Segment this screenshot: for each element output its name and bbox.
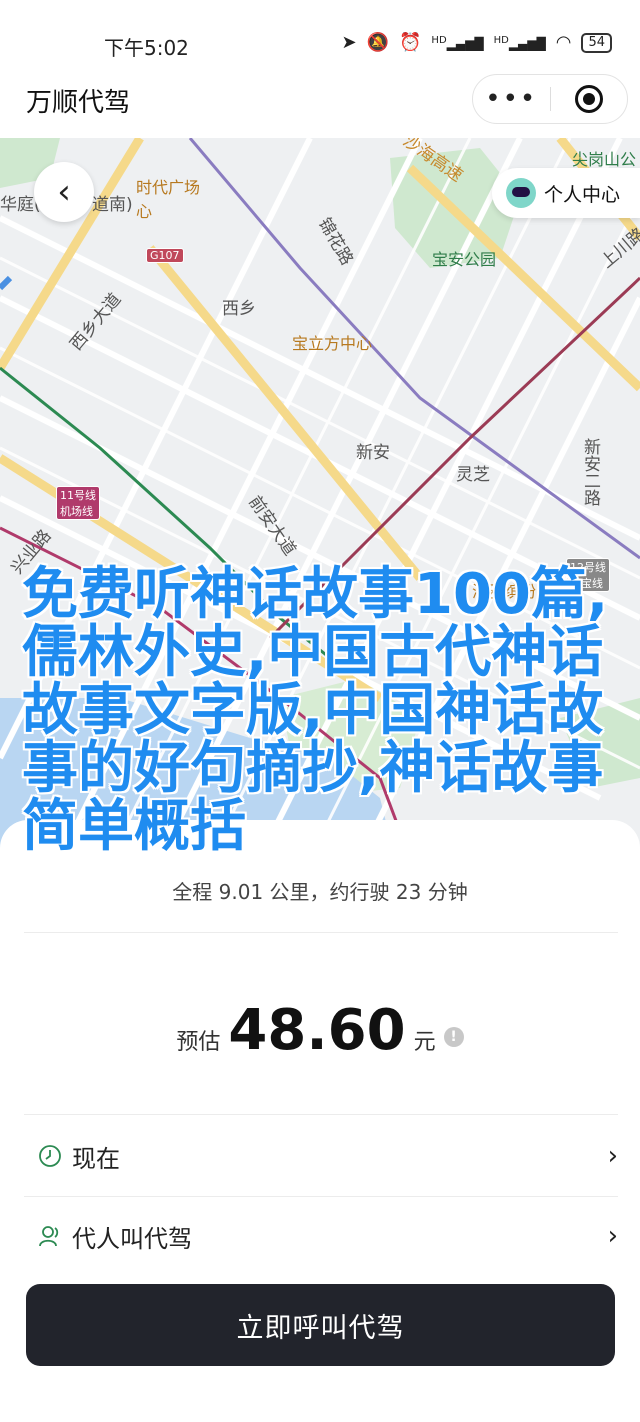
poi-baoan-park: 宝安公园 — [432, 250, 497, 269]
headline-overlay: 免费听神话故事100篇,儒林外史,中国古代神话故事文字版,中国神话故事的好句摘抄… — [22, 562, 609, 859]
option-time[interactable]: 现在 › — [38, 1126, 618, 1186]
location-icon: ➤ — [341, 32, 357, 53]
option-proxy-call-label: 代人叫代驾 — [72, 1224, 192, 1253]
signal-icon-2: HD▂▄▆█ — [493, 34, 546, 51]
alarm-icon: ⏰ — [399, 32, 422, 53]
more-button[interactable]: ••• — [473, 86, 550, 112]
option-time-label: 现在 — [72, 1144, 120, 1173]
status-icons: ➤ 🔕 ⏰ HD▂▄▆█ HD▂▄▆█ ◠ 54 — [341, 32, 612, 53]
price-label: 预估 — [176, 1030, 221, 1055]
option-proxy-call[interactable]: 代人叫代驾 › — [38, 1206, 618, 1266]
trip-info: 全程 9.01 公里，约行驶 23 分钟 — [172, 880, 468, 904]
divider — [24, 932, 618, 933]
mini-program-capsule: ••• — [472, 74, 628, 124]
personal-center-label: 个人中心 — [544, 183, 621, 206]
title-bar: 万顺代驾 ••• — [0, 74, 640, 138]
map-label-xinan: 新安 — [356, 443, 390, 463]
map-label-jiangang: 尖岗山公 — [572, 150, 637, 169]
map-label-daonan: 道南) — [92, 195, 133, 215]
close-button[interactable] — [551, 85, 628, 113]
robot-avatar-icon — [506, 178, 536, 208]
price-value: 48.60 — [228, 998, 406, 1063]
map-label-lingzhi: 灵芝 — [456, 465, 490, 485]
price-unit: 元 — [413, 1030, 436, 1055]
order-sheet: 全程 9.01 公里，约行驶 23 分钟 预估 48.60 元 ! 现在 › 代… — [0, 820, 640, 1422]
divider — [24, 1196, 618, 1197]
mute-icon: 🔕 — [366, 32, 389, 53]
divider — [24, 1114, 618, 1115]
battery-icon: 54 — [581, 32, 612, 53]
chevron-right-icon: › — [607, 1141, 618, 1171]
status-time: 下午5:02 — [104, 36, 189, 60]
poi-times: 时代广场心 — [136, 178, 201, 221]
back-button[interactable]: ‹ — [34, 162, 94, 222]
status-bar: 下午5:02 ➤ 🔕 ⏰ HD▂▄▆█ HD▂▄▆█ ◠ 54 — [0, 0, 640, 80]
personal-center-button[interactable]: 个人中心 — [492, 168, 640, 218]
wifi-icon: ◠ — [555, 32, 572, 53]
person-icon — [38, 1224, 62, 1248]
price-info-icon[interactable]: ! — [443, 1026, 464, 1047]
signal-icon: HD▂▄▆█ — [431, 34, 484, 51]
clock-icon — [38, 1144, 62, 1168]
map-label-xixiang: 西乡 — [222, 299, 256, 319]
g107-badge: G107 — [146, 248, 184, 263]
price-estimate: 预估 48.60 元 ! — [0, 998, 640, 1063]
chevron-left-icon: ‹ — [57, 172, 71, 212]
app-title: 万顺代驾 — [26, 88, 131, 118]
poi-baoli: 宝立方中心 — [292, 334, 373, 353]
map-label-xinan-road2: 新安二路 — [580, 438, 600, 506]
call-driver-button[interactable]: 立即呼叫代驾 — [26, 1284, 615, 1366]
target-icon — [574, 85, 603, 113]
line11-badge: 11号线 机场线 — [56, 486, 100, 520]
chevron-right-icon: › — [607, 1221, 618, 1251]
